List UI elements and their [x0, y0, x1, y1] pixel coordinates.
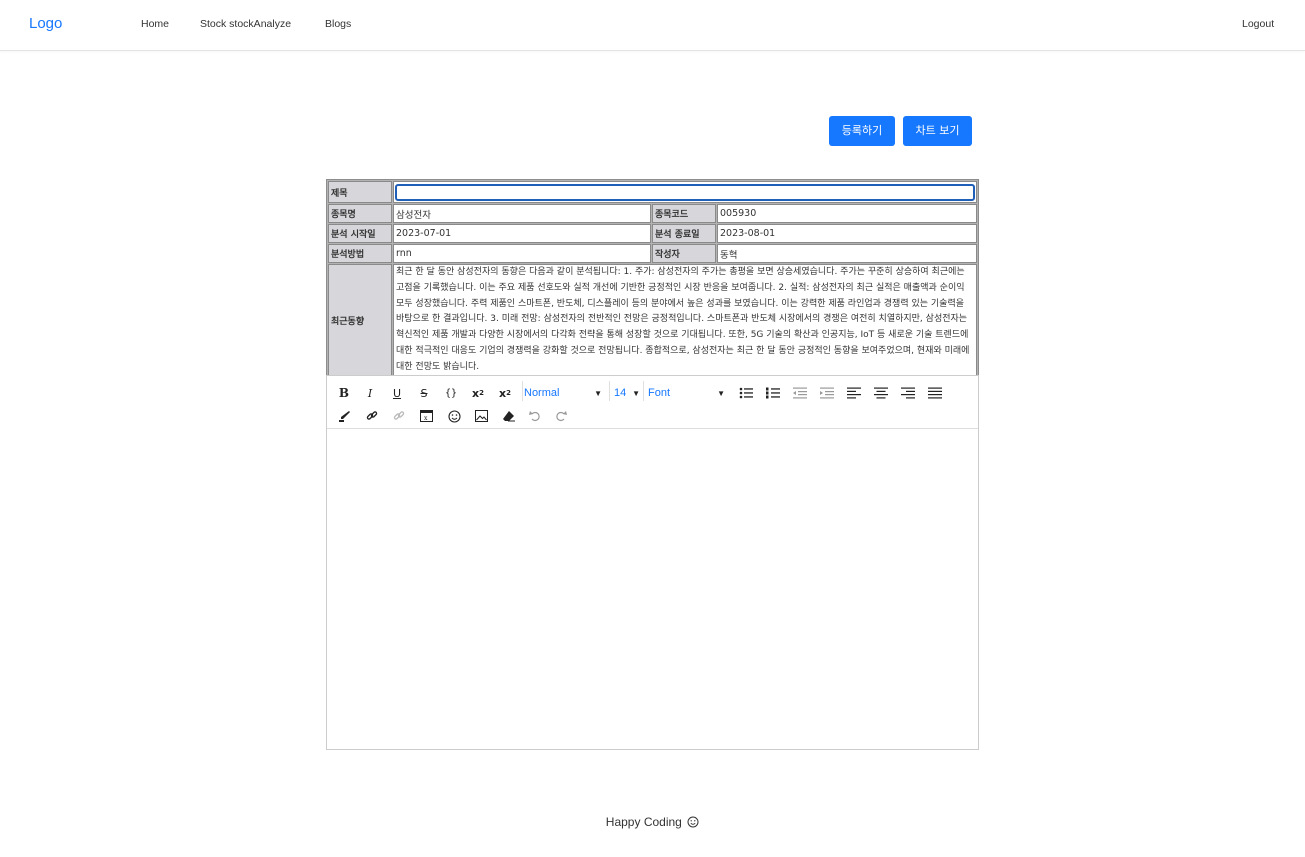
start-date-label: 분석 시작일 [328, 224, 392, 243]
strike-icon[interactable]: S [414, 384, 434, 402]
footer: Happy Coding [0, 815, 1305, 831]
code-icon[interactable]: {} [441, 384, 461, 402]
stock-name-value: 삼성전자 [393, 204, 651, 223]
rich-text-editor: B I U S {} x2 x2 Normal ▼ 14 ▼ Font ▼ x [326, 375, 979, 750]
unlink-icon[interactable] [389, 407, 409, 425]
size-select-value: 14 [614, 387, 627, 399]
start-date-value: 2023-07-01 [393, 224, 651, 243]
undo-icon[interactable] [525, 407, 545, 425]
title-input[interactable] [395, 183, 975, 201]
author-label: 작성자 [652, 244, 716, 263]
nav-stock-analyze[interactable]: Stock stockAnalyze [200, 18, 291, 30]
stock-name-label: 종목명 [328, 204, 392, 223]
nav-home[interactable]: Home [141, 18, 169, 30]
color-icon[interactable] [335, 407, 355, 425]
analysis-info-table: 제목 종목명 삼성전자 종목코드 005930 분석 시작일 2023-07-0… [326, 179, 979, 379]
font-select[interactable]: Font ▼ [648, 384, 728, 402]
end-date-label: 분석 종료일 [652, 224, 716, 243]
bold-icon[interactable]: B [334, 384, 354, 402]
stock-code-label: 종목코드 [652, 204, 716, 223]
italic-icon[interactable]: I [360, 384, 380, 402]
heading-select[interactable]: Normal ▼ [524, 384, 605, 402]
trend-label: 최근동향 [328, 264, 392, 377]
stock-code-value: 005930 [717, 204, 977, 223]
nav-blogs[interactable]: Blogs [325, 18, 351, 30]
font-select-value: Font [648, 387, 671, 399]
register-button[interactable]: 등록하기 [829, 116, 895, 146]
heading-select-value: Normal [524, 387, 560, 399]
clear-format-icon[interactable] [498, 407, 518, 425]
logo[interactable]: Logo [29, 15, 62, 32]
link-icon[interactable] [362, 407, 382, 425]
emoji-icon[interactable] [444, 407, 464, 425]
formula-icon[interactable]: x [416, 407, 436, 425]
outdent-icon[interactable] [790, 384, 810, 402]
divider [522, 381, 523, 401]
superscript-icon[interactable]: x2 [468, 384, 488, 402]
smiley-icon [687, 816, 699, 831]
method-value: rnn [393, 244, 651, 263]
redo-icon[interactable] [551, 407, 571, 425]
footer-text: Happy Coding [605, 815, 682, 829]
divider [609, 381, 610, 401]
svg-text:x: x [424, 415, 428, 422]
chart-view-button[interactable]: 차트 보기 [903, 116, 972, 146]
logout-link[interactable]: Logout [1242, 18, 1274, 30]
caret-down-icon: ▼ [632, 388, 640, 398]
caret-down-icon: ▼ [717, 388, 725, 398]
top-navbar: Logo Home Stock stockAnalyze Blogs Logou… [0, 0, 1305, 51]
size-select[interactable]: 14 ▼ [614, 384, 642, 402]
align-center-icon[interactable] [871, 384, 891, 402]
editor-content-area[interactable] [327, 430, 978, 749]
image-icon[interactable] [471, 407, 491, 425]
method-label: 분석방법 [328, 244, 392, 263]
align-left-icon[interactable] [844, 384, 864, 402]
title-label: 제목 [328, 181, 392, 203]
trend-text: 최근 한 달 동안 삼성전자의 동향은 다음과 같이 분석됩니다: 1. 주가:… [393, 264, 977, 377]
caret-down-icon: ▼ [594, 388, 602, 398]
underline-icon[interactable]: U [387, 384, 407, 402]
subscript-icon[interactable]: x2 [495, 384, 515, 402]
indent-icon[interactable] [817, 384, 837, 402]
editor-toolbar: B I U S {} x2 x2 Normal ▼ 14 ▼ Font ▼ x [327, 376, 978, 429]
align-right-icon[interactable] [898, 384, 918, 402]
bullet-list-icon[interactable] [736, 384, 756, 402]
ordered-list-icon[interactable] [763, 384, 783, 402]
end-date-value: 2023-08-01 [717, 224, 977, 243]
author-value: 동혁 [717, 244, 977, 263]
align-justify-icon[interactable] [925, 384, 945, 402]
divider [643, 381, 644, 401]
